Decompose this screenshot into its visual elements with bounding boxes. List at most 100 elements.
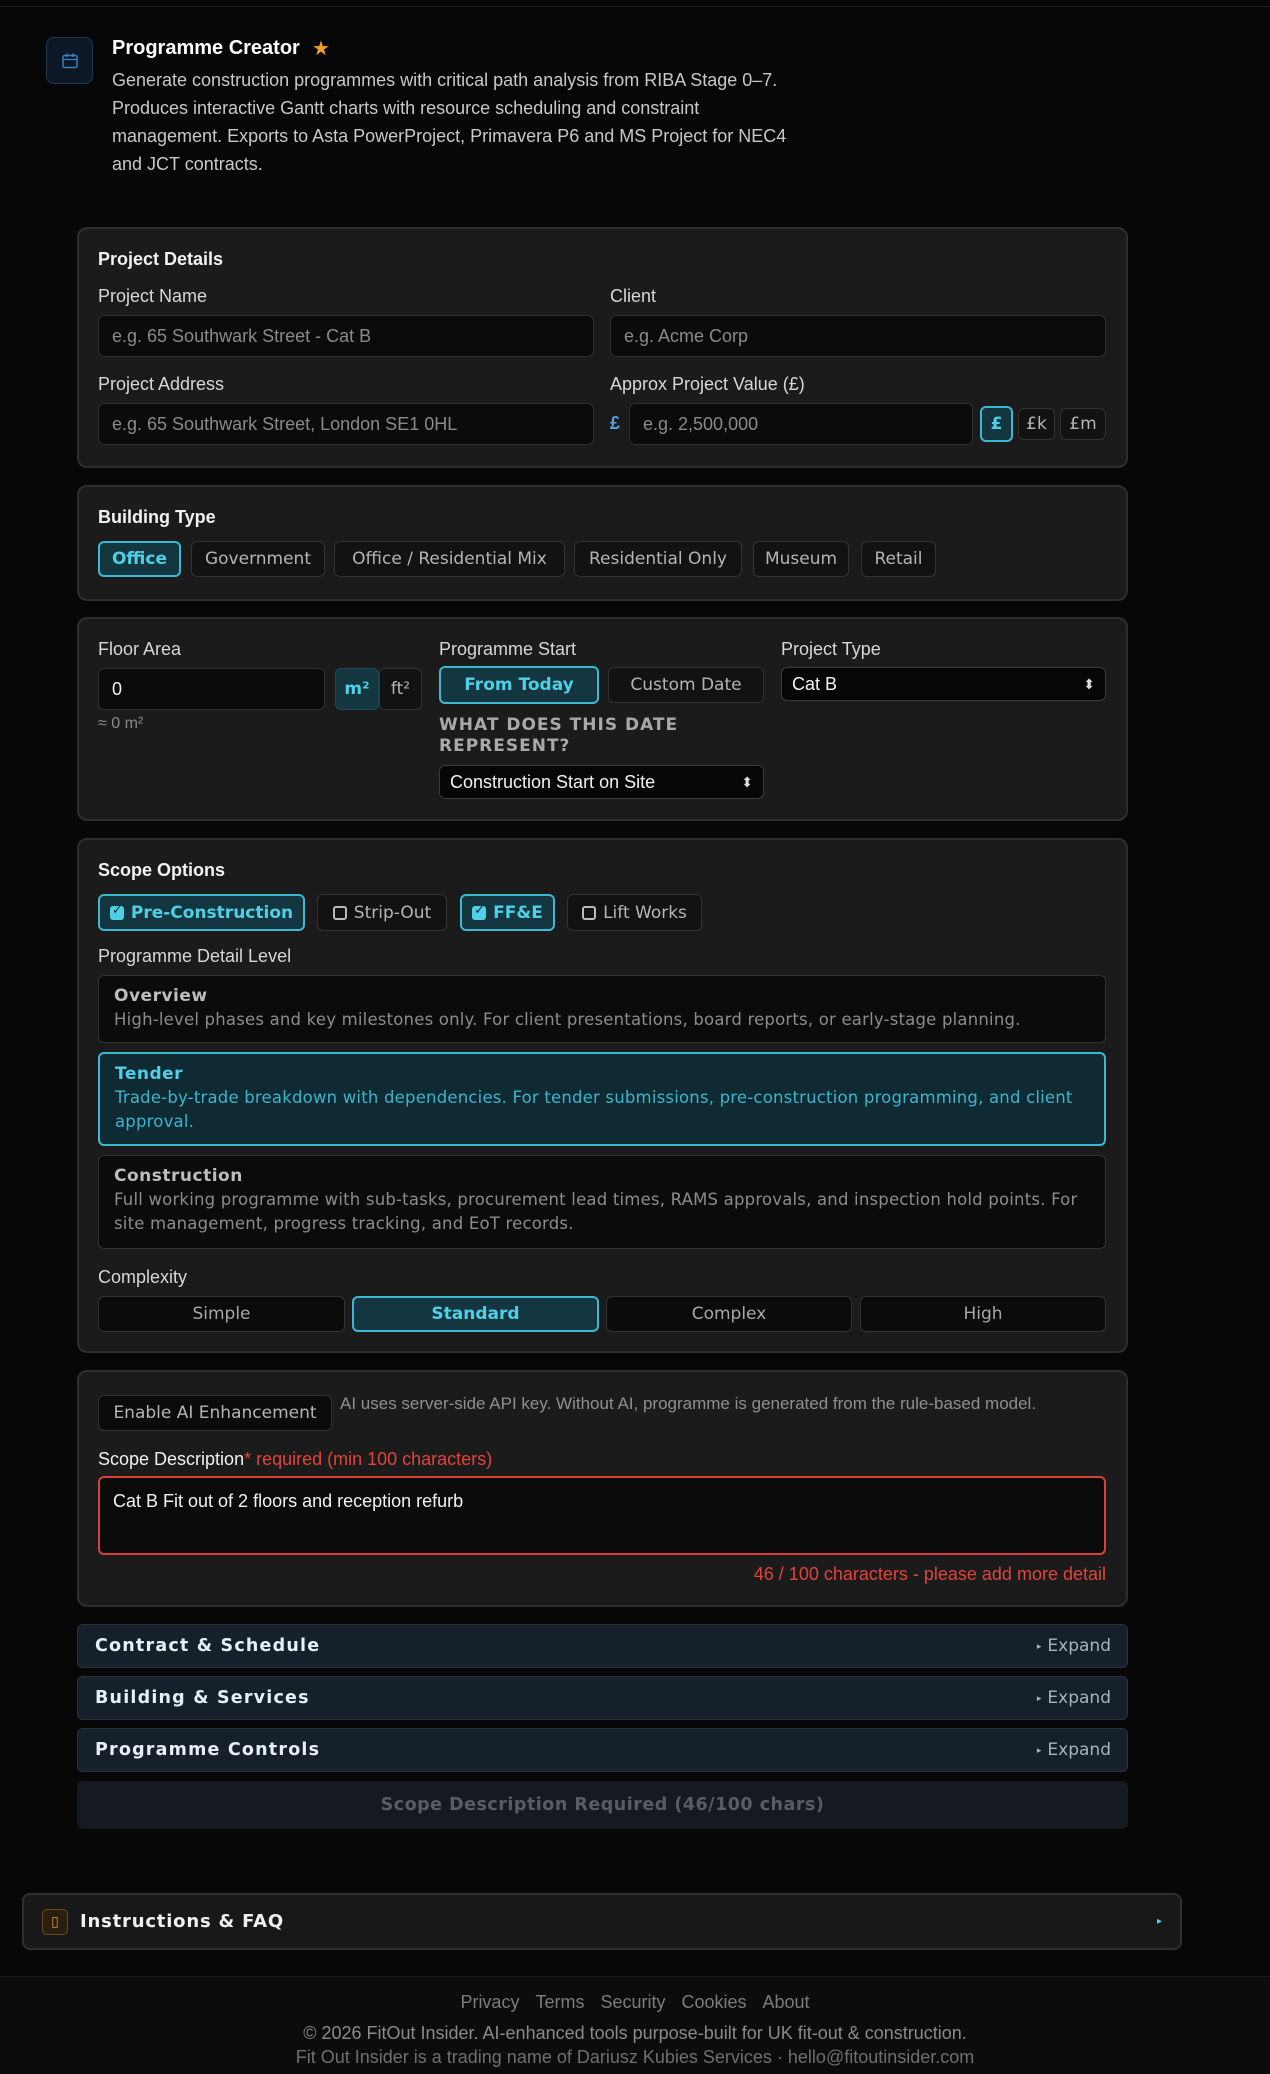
footer-link-security[interactable]: Security [600,1992,665,2013]
scope-description-label-text: Scope Description [98,1449,245,1469]
unit-thousands-button[interactable]: £k [1018,408,1055,440]
detail-level-title: Tender [115,1064,184,1084]
select-caret-icon: ⬍ [741,773,753,790]
checkbox-unchecked-icon [332,905,347,920]
building-type-heading: Building Type [98,507,216,527]
scope-option-label: FF&E [493,902,543,923]
project-value-input[interactable]: e.g. 2,500,000 [629,403,973,445]
unit-m2-button[interactable]: m² [335,668,379,710]
programme-start-label: Programme Start [439,639,577,659]
detail-level-description: Trade-by-trade breakdown with dependenci… [115,1088,1073,1131]
footer-link-about[interactable]: About [763,1992,810,2013]
calendar-icon [46,37,93,84]
expand-label: Expand [1047,1636,1111,1656]
accordion-title: Building & Services [95,1688,310,1708]
date-meaning-label: WHAT DOES THIS DATE REPRESENT? [439,715,679,756]
instructions-faq-toggle[interactable]: ▯ Instructions & FAQ ▸ [22,1893,1182,1950]
building-type-residential[interactable]: Residential Only [574,541,742,577]
select-caret-icon: ⬍ [1083,675,1095,692]
faq-title: Instructions & FAQ [80,1911,284,1932]
scope-option-label: Strip-Out [353,902,432,923]
floor-area-input[interactable]: 0 [98,668,325,710]
project-type-value: Cat B [792,673,838,694]
detail-level-tender[interactable]: Tender Trade-by-trade breakdown with dep… [98,1052,1106,1146]
favorite-star-icon[interactable]: ★ [312,36,330,61]
project-address-label: Project Address [98,374,225,394]
detail-level-title: Overview [114,986,208,1006]
scope-description-textarea[interactable]: Cat B Fit out of 2 floors and reception … [98,1476,1106,1555]
detail-level-title: Construction [114,1166,243,1186]
complexity-simple[interactable]: Simple [98,1296,345,1332]
footer-trading-name: Fit Out Insider is a trading name of Dar… [295,2047,975,2067]
checkbox-checked-icon [109,903,124,920]
building-type-office-residential[interactable]: Office / Residential Mix [334,541,565,577]
complexity-heading: Complexity [98,1267,188,1287]
expand-toggle[interactable]: ▸ Expand [1037,1636,1111,1656]
scope-option-label: Pre-Construction [130,902,294,923]
page-description: Generate construction programmes with cr… [112,70,787,174]
footer-link-privacy[interactable]: Privacy [460,1992,519,2013]
date-meaning-select[interactable]: Construction Start on Site ⬍ [439,765,764,799]
scope-pre-construction[interactable]: Pre-Construction [98,894,305,931]
project-address-input[interactable]: e.g. 65 Southwark Street, London SE1 0HL [98,403,594,445]
client-input[interactable]: e.g. Acme Corp [610,315,1106,357]
detail-level-description: High-level phases and key milestones onl… [114,1010,1021,1029]
project-name-label: Project Name [98,286,208,306]
detail-level-overview[interactable]: Overview High-level phases and key miles… [98,975,1106,1043]
scope-options-heading: Scope Options [98,860,226,880]
book-icon: ▯ [42,1908,68,1935]
top-divider [0,6,1270,7]
complexity-high[interactable]: High [860,1296,1106,1332]
generate-button-disabled[interactable]: Scope Description Required (46/100 chars… [77,1781,1128,1829]
complexity-complex[interactable]: Complex [606,1296,852,1332]
date-meaning-value: Construction Start on Site [450,771,656,792]
building-type-museum[interactable]: Museum [753,541,849,577]
project-type-label: Project Type [781,639,881,659]
complexity-standard[interactable]: Standard [352,1296,599,1332]
triangle-right-icon: ▸ [1036,1746,1042,1756]
checkbox-checked-icon [472,903,487,920]
scope-strip-out[interactable]: Strip-Out [317,894,447,931]
scope-lift-works[interactable]: Lift Works [567,894,702,931]
triangle-right-icon: ▸ [1036,1642,1042,1652]
unit-millions-button[interactable]: £m [1060,408,1106,440]
project-details-heading: Project Details [98,249,224,269]
scope-description-label: Scope Description* required (min 100 cha… [98,1449,492,1470]
required-indicator: * required (min 100 characters) [244,1449,493,1469]
accordion-title: Contract & Schedule [95,1636,321,1656]
ai-note: AI uses server-side API key. Without AI,… [340,1394,1037,1413]
expand-toggle[interactable]: ▸ Expand [1037,1740,1111,1760]
scope-ffe[interactable]: FF&E [460,894,555,931]
accordion-building-services[interactable]: Building & Services ▸ Expand [77,1676,1128,1720]
triangle-right-icon: ▸ [1156,1916,1162,1927]
building-type-government[interactable]: Government [191,541,325,577]
expand-label: Expand [1047,1688,1111,1708]
footer-link-cookies[interactable]: Cookies [681,1992,746,2013]
start-custom-date-button[interactable]: Custom Date [608,667,764,703]
checkbox-unchecked-icon [582,905,597,920]
expand-toggle[interactable]: ▸ Expand [1037,1688,1111,1708]
enable-ai-button[interactable]: Enable AI Enhancement [98,1395,332,1431]
footer-links: Privacy Terms Security Cookies About [0,1992,1270,2013]
start-from-today-button[interactable]: From Today [439,666,599,704]
accordion-programme-controls[interactable]: Programme Controls ▸ Expand [77,1728,1128,1772]
accordion-title: Programme Controls [95,1740,321,1760]
building-type-office[interactable]: Office [98,541,181,577]
footer-copyright: © 2026 FitOut Insider. AI-enhanced tools… [303,2023,967,2043]
project-value-label: Approx Project Value (£) [610,374,805,394]
unit-ft2-button[interactable]: ft² [379,668,422,710]
floor-area-label: Floor Area [98,639,182,659]
detail-level-construction[interactable]: Construction Full working programme with… [98,1155,1106,1249]
client-label: Client [610,286,657,306]
building-type-retail[interactable]: Retail [861,541,936,577]
accordion-contract-schedule[interactable]: Contract & Schedule ▸ Expand [77,1624,1128,1668]
detail-level-heading: Programme Detail Level [98,946,292,966]
unit-pounds-button[interactable]: £ [980,406,1013,442]
character-counter: 46 / 100 characters - please add more de… [753,1564,1106,1584]
project-name-input[interactable]: e.g. 65 Southwark Street - Cat B [98,315,594,357]
triangle-right-icon: ▸ [1036,1694,1042,1704]
footer-link-terms[interactable]: Terms [535,1992,584,2013]
area-conversion: ≈ 0 m² [98,715,144,732]
expand-label: Expand [1047,1740,1111,1760]
project-type-select[interactable]: Cat B ⬍ [781,667,1106,701]
